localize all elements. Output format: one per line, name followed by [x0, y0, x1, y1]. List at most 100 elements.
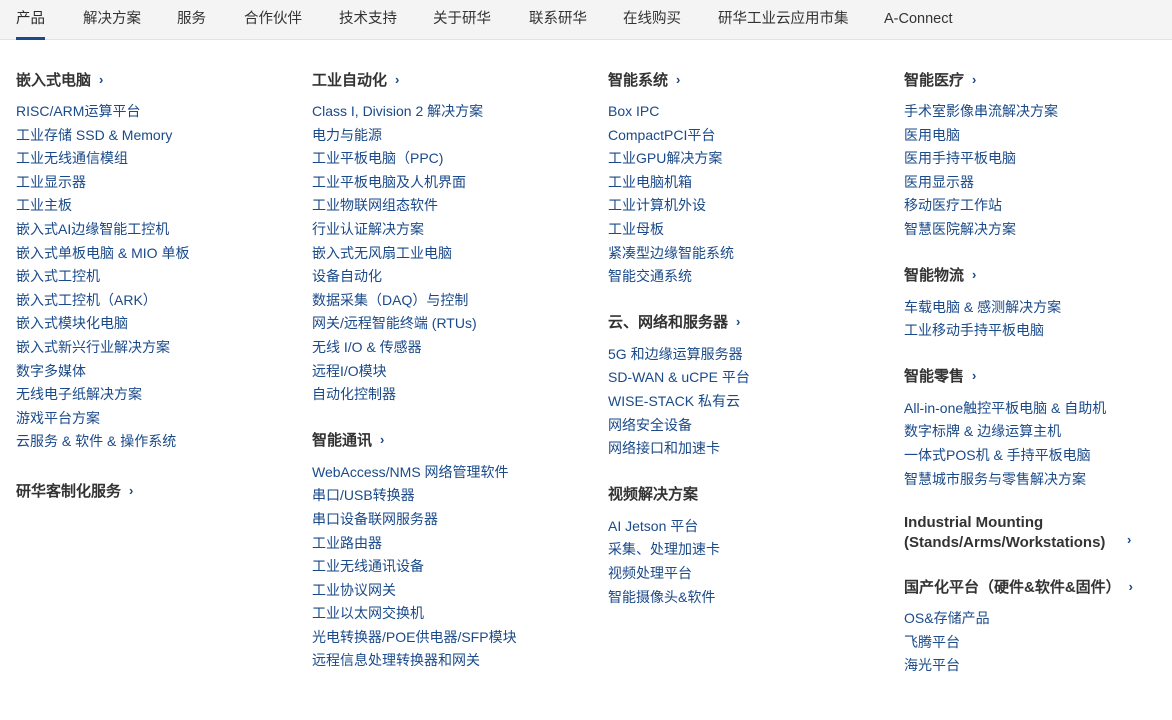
menu-link[interactable]: 网络安全设备 — [608, 417, 692, 433]
category-title: Industrial Mounting (Stands/Arms/Worksta… — [904, 514, 1106, 552]
list-item: 光电转换器/POE供电器/SFP模块 — [312, 626, 602, 650]
category-video-solutions[interactable]: 视频解决方案 — [608, 479, 898, 509]
menu-link[interactable]: 紧凑型边缘智能系统 — [608, 245, 734, 261]
menu-link[interactable]: Class I, Division 2 解决方案 — [312, 103, 483, 119]
menu-link[interactable]: 电力与能源 — [312, 127, 382, 143]
menu-link[interactable]: 医用手持平板电脑 — [904, 150, 1016, 166]
menu-link[interactable]: 自动化控制器 — [312, 386, 396, 402]
menu-link[interactable]: 工业物联网组态软件 — [312, 197, 438, 213]
menu-link[interactable]: 工业以太网交换机 — [312, 605, 424, 621]
menu-link[interactable]: 工业平板电脑（PPC) — [312, 150, 443, 166]
menu-link[interactable]: 无线 I/O & 传感器 — [312, 339, 422, 355]
category-smart-logistics[interactable]: 智能物流 › — [904, 260, 1164, 290]
tab-a-connect[interactable]: A-Connect — [884, 0, 953, 40]
menu-link[interactable]: 智能摄像头&软件 — [608, 589, 715, 605]
menu-link[interactable]: 光电转换器/POE供电器/SFP模块 — [312, 629, 517, 645]
category-domestic-platform[interactable]: 国产化平台（硬件&软件&固件） › — [904, 571, 1164, 601]
menu-link[interactable]: 工业无线通信模组 — [16, 150, 128, 166]
tab-cloud-marketplace[interactable]: 研华工业云应用市集 — [718, 0, 849, 40]
menu-link[interactable]: SD-WAN & uCPE 平台 — [608, 369, 750, 385]
menu-link[interactable]: 工业平板电脑及人机界面 — [312, 174, 466, 190]
category-custom-services[interactable]: 研华客制化服务 › — [16, 476, 306, 506]
category-smart-retail[interactable]: 智能零售 › — [904, 361, 1164, 391]
list-item: 远程I/O模块 — [312, 360, 602, 384]
tab-about[interactable]: 关于研华 — [433, 0, 491, 40]
category-smart-communication[interactable]: 智能通讯 › — [312, 425, 602, 455]
menu-link[interactable]: 一体式POS机 & 手持平板电脑 — [904, 447, 1091, 463]
menu-link[interactable]: 工业路由器 — [312, 535, 382, 551]
category-embedded-computing[interactable]: 嵌入式电脑 › — [16, 64, 306, 94]
menu-link[interactable]: 无线电子纸解决方案 — [16, 386, 142, 402]
menu-link[interactable]: 车载电脑 & 感测解决方案 — [904, 299, 1061, 315]
category-industrial-mounting[interactable]: Industrial Mounting (Stands/Arms/Worksta… — [904, 509, 1164, 553]
menu-link[interactable]: 工业协议网关 — [312, 582, 396, 598]
menu-link[interactable]: 智慧城市服务与零售解决方案 — [904, 471, 1086, 487]
menu-link[interactable]: 工业母板 — [608, 221, 664, 237]
tab-buy-online[interactable]: 在线购买 — [623, 0, 681, 40]
menu-link[interactable]: 行业认证解决方案 — [312, 221, 424, 237]
menu-link[interactable]: 网关/远程智能终端 (RTUs) — [312, 315, 477, 331]
menu-link[interactable]: OS&存储产品 — [904, 610, 990, 626]
menu-link[interactable]: 网络接口和加速卡 — [608, 440, 720, 456]
menu-link[interactable]: 移动医疗工作站 — [904, 197, 1002, 213]
menu-link[interactable]: WISE-STACK 私有云 — [608, 393, 740, 409]
menu-link[interactable]: 视频处理平台 — [608, 565, 692, 581]
menu-link[interactable]: RISC/ARM运算平台 — [16, 103, 140, 119]
menu-link[interactable]: 飞腾平台 — [904, 634, 960, 650]
menu-link[interactable]: 嵌入式新兴行业解决方案 — [16, 339, 170, 355]
menu-link[interactable]: 远程信息处理转换器和网关 — [312, 652, 480, 668]
menu-link[interactable]: 工业计算机外设 — [608, 197, 706, 213]
tab-services[interactable]: 服务 — [177, 0, 206, 40]
category-smart-healthcare[interactable]: 智能医疗 › — [904, 64, 1164, 94]
menu-link[interactable]: 工业显示器 — [16, 174, 86, 190]
menu-link[interactable]: 远程I/O模块 — [312, 363, 387, 379]
tab-tech-support[interactable]: 技术支持 — [339, 0, 397, 40]
menu-link[interactable]: 设备自动化 — [312, 268, 382, 284]
menu-link[interactable]: 嵌入式无风扇工业电脑 — [312, 245, 452, 261]
menu-link[interactable]: 手术室影像串流解决方案 — [904, 103, 1058, 119]
menu-column-3: 智能系统 › Box IPC CompactPCI平台 工业GPU解决方案 工业电… — [608, 64, 898, 609]
menu-link[interactable]: WebAccess/NMS 网络管理软件 — [312, 464, 509, 480]
list-item: 工业存储 SSD & Memory — [16, 124, 306, 148]
tab-contact[interactable]: 联系研华 — [529, 0, 587, 40]
category-intelligent-systems[interactable]: 智能系统 › — [608, 64, 898, 94]
menu-link[interactable]: Box IPC — [608, 103, 659, 119]
tab-partners[interactable]: 合作伙伴 — [244, 0, 302, 40]
menu-link[interactable]: 数据采集（DAQ）与控制 — [312, 292, 468, 308]
list-item: 手术室影像串流解决方案 — [904, 100, 1164, 124]
tab-products[interactable]: 产品 — [16, 0, 45, 40]
menu-link[interactable]: 数字标牌 & 边缘运算主机 — [904, 423, 1061, 439]
menu-link[interactable]: 嵌入式AI边缘智能工控机 — [16, 221, 169, 237]
menu-link[interactable]: 嵌入式单板电脑 & MIO 单板 — [16, 245, 189, 261]
category-cloud-network-servers[interactable]: 云、网络和服务器 › — [608, 307, 898, 337]
menu-link[interactable]: 嵌入式工控机（ARK） — [16, 292, 157, 308]
category-industrial-automation[interactable]: 工业自动化 › — [312, 64, 602, 94]
menu-link[interactable]: CompactPCI平台 — [608, 127, 715, 143]
menu-link[interactable]: 医用显示器 — [904, 174, 974, 190]
list-item: AI Jetson 平台 — [608, 515, 898, 539]
menu-link[interactable]: 智能交通系统 — [608, 268, 692, 284]
menu-link[interactable]: 工业GPU解决方案 — [608, 150, 722, 166]
menu-link[interactable]: 嵌入式模块化电脑 — [16, 315, 128, 331]
menu-link[interactable]: All-in-one触控平板电脑 & 自助机 — [904, 400, 1106, 416]
menu-link[interactable]: 医用电脑 — [904, 127, 960, 143]
menu-link[interactable]: 工业存储 SSD & Memory — [16, 127, 172, 143]
menu-link[interactable]: 5G 和边缘运算服务器 — [608, 346, 743, 362]
menu-link[interactable]: 智慧医院解决方案 — [904, 221, 1016, 237]
menu-link[interactable]: 嵌入式工控机 — [16, 268, 100, 284]
menu-link[interactable]: 海光平台 — [904, 657, 960, 673]
menu-link[interactable]: 串口设备联网服务器 — [312, 511, 438, 527]
chevron-right-icon: › — [736, 314, 741, 330]
menu-link[interactable]: 串口/USB转换器 — [312, 487, 415, 503]
menu-link[interactable]: 云服务 & 软件 & 操作系统 — [16, 433, 176, 449]
menu-link[interactable]: 工业移动手持平板电脑 — [904, 322, 1044, 338]
menu-link[interactable]: 采集、处理加速卡 — [608, 541, 720, 557]
menu-link[interactable]: 数字多媒体 — [16, 363, 86, 379]
tab-solutions[interactable]: 解决方案 — [83, 0, 141, 40]
menu-link[interactable]: 工业无线通讯设备 — [312, 558, 424, 574]
menu-link[interactable]: 工业主板 — [16, 197, 72, 213]
menu-link[interactable]: 游戏平台方案 — [16, 410, 100, 426]
menu-link[interactable]: AI Jetson 平台 — [608, 518, 698, 534]
list-item: 网络接口和加速卡 — [608, 437, 898, 461]
menu-link[interactable]: 工业电脑机箱 — [608, 174, 692, 190]
